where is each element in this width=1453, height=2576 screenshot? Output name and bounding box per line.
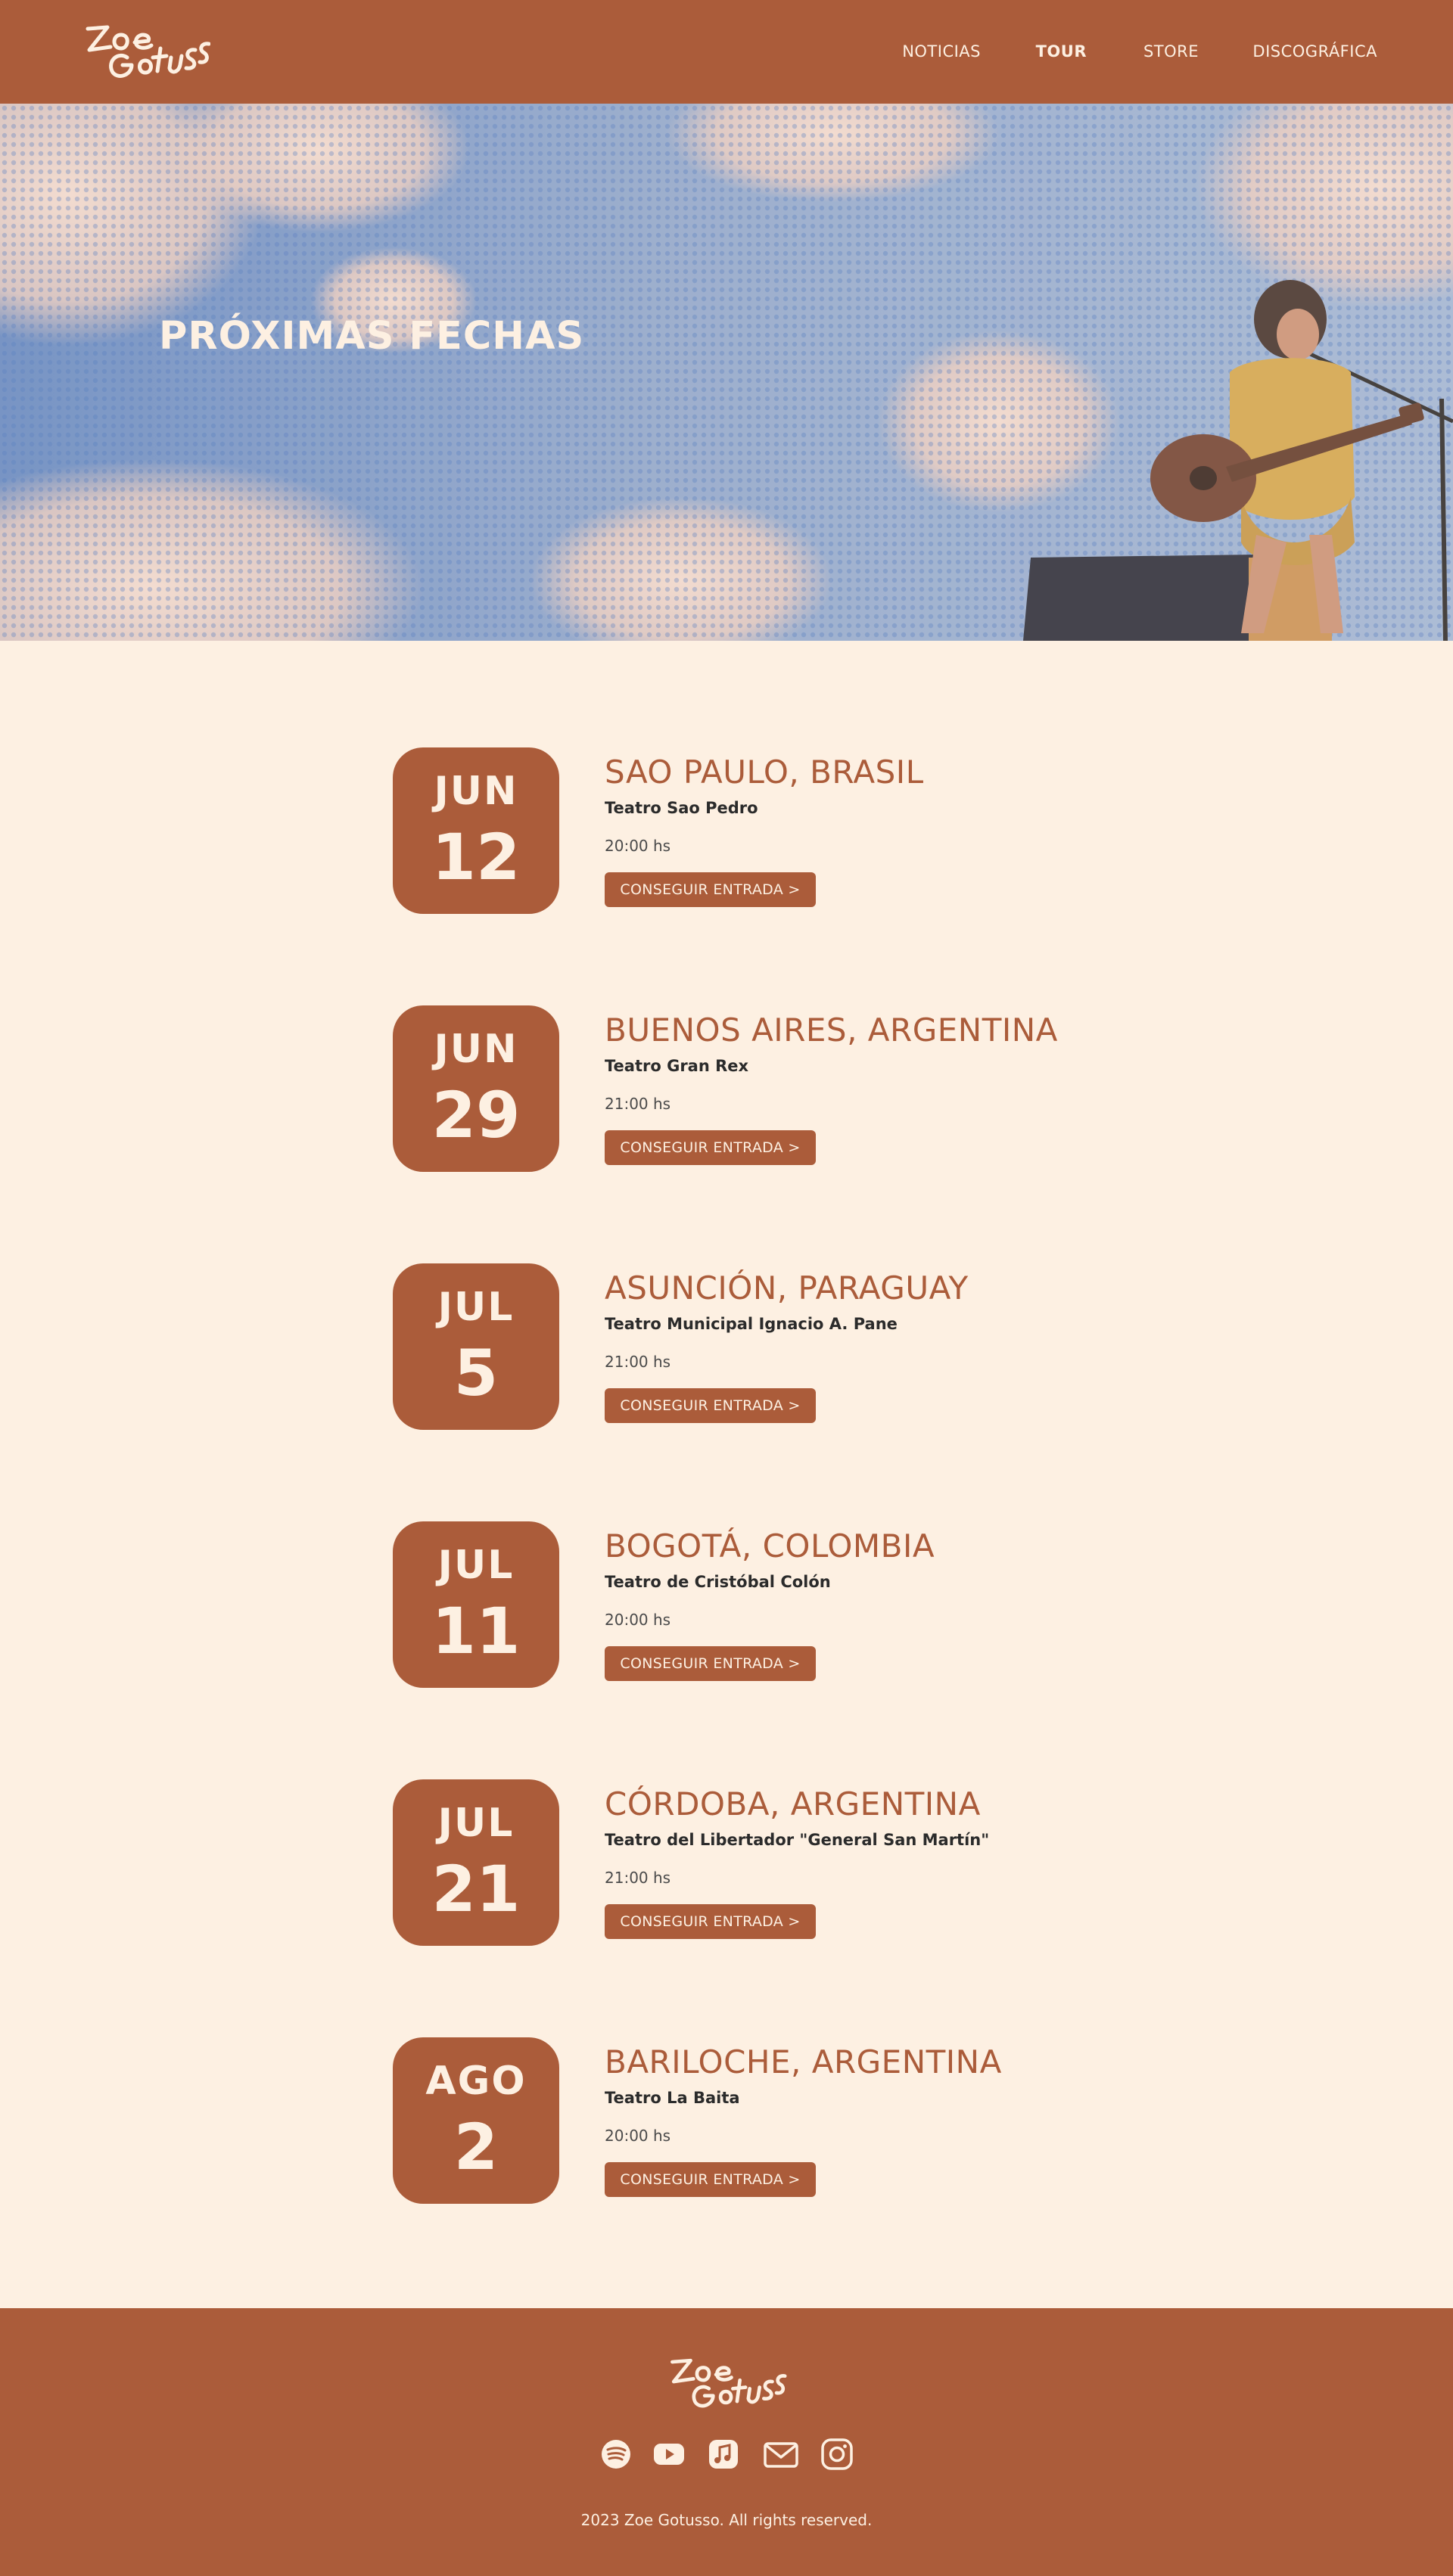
get-ticket-button[interactable]: CONSEGUIR ENTRADA > [605, 1904, 816, 1939]
date-badge: JUN 12 [393, 747, 559, 914]
event-city: BOGOTÁ, COLOMBIA [605, 1527, 935, 1565]
event-day: 21 [431, 1852, 521, 1926]
event-venue: Teatro Municipal Ignacio A. Pane [605, 1315, 898, 1333]
event-venue: Teatro de Cristóbal Colón [605, 1573, 831, 1591]
event-day: 29 [431, 1078, 521, 1152]
date-badge: AGO 2 [393, 2037, 559, 2204]
event-time: 20:00 hs [605, 1611, 671, 1629]
event-time: 21:00 hs [605, 1353, 671, 1371]
event-city: CÓRDOBA, ARGENTINA [605, 1785, 981, 1822]
event-city: ASUNCIÓN, PARAGUAY [605, 1269, 969, 1307]
apple-music-icon[interactable] [707, 2438, 740, 2471]
get-ticket-button[interactable]: CONSEGUIR ENTRADA > [605, 1388, 816, 1423]
instagram-icon[interactable] [820, 2438, 854, 2471]
hero-banner: PRÓXIMAS FECHAS [0, 104, 1453, 641]
date-badge: JUL 21 [393, 1779, 559, 1946]
event-venue: Teatro La Baita [605, 2089, 740, 2107]
event-venue: Teatro Gran Rex [605, 1057, 749, 1075]
site-header: NOTICIAS TOUR STORE DISCOGRÁFICA [0, 0, 1453, 104]
get-ticket-button[interactable]: CONSEGUIR ENTRADA > [605, 1130, 816, 1165]
hero-image [0, 104, 1453, 641]
copyright-text: 2023 Zoe Gotusso. All rights reserved. [580, 2511, 873, 2529]
spotify-icon[interactable] [599, 2438, 633, 2471]
event-time: 21:00 hs [605, 1095, 671, 1113]
nav-store[interactable]: STORE [1143, 42, 1199, 61]
event-month: JUN [434, 769, 518, 814]
get-ticket-button[interactable]: CONSEGUIR ENTRADA > [605, 2162, 816, 2197]
footer-logo[interactable] [666, 2352, 787, 2413]
event-month: JUL [437, 1801, 515, 1846]
event-time: 21:00 hs [605, 1869, 671, 1887]
date-badge: JUN 29 [393, 1005, 559, 1172]
nav-noticias[interactable]: NOTICIAS [902, 42, 981, 61]
event-venue: Teatro Sao Pedro [605, 799, 758, 817]
event-item: JUN 12 SAO PAULO, BRASIL Teatro Sao Pedr… [393, 747, 1074, 915]
event-city: SAO PAULO, BRASIL [605, 754, 924, 791]
event-day: 12 [431, 820, 521, 894]
event-item: AGO 2 BARILOCHE, ARGENTINA Teatro La Bai… [393, 2037, 1074, 2205]
event-item: JUN 29 BUENOS AIRES, ARGENTINA Teatro Gr… [393, 1005, 1074, 1173]
get-ticket-button[interactable]: CONSEGUIR ENTRADA > [605, 1646, 816, 1681]
event-month: AGO [425, 2059, 527, 2104]
event-item: JUL 5 ASUNCIÓN, PARAGUAY Teatro Municipa… [393, 1263, 1074, 1431]
event-time: 20:00 hs [605, 837, 671, 855]
event-time: 20:00 hs [605, 2127, 671, 2145]
get-ticket-button[interactable]: CONSEGUIR ENTRADA > [605, 872, 816, 907]
event-month: JUN [434, 1027, 518, 1072]
event-item: JUL 11 BOGOTÁ, COLOMBIA Teatro de Cristó… [393, 1521, 1074, 1689]
page-title: PRÓXIMAS FECHAS [159, 314, 585, 359]
date-badge: JUL 5 [393, 1263, 559, 1430]
logo[interactable] [82, 18, 210, 83]
event-item: JUL 21 CÓRDOBA, ARGENTINA Teatro del Lib… [393, 1779, 1074, 1947]
event-day: 2 [453, 2110, 499, 2184]
mail-icon[interactable] [763, 2438, 799, 2471]
event-venue: Teatro del Libertador "General San Martí… [605, 1831, 990, 1849]
site-footer: 2023 Zoe Gotusso. All rights reserved. [0, 2308, 1453, 2576]
nav-discografica[interactable]: DISCOGRÁFICA [1252, 42, 1377, 61]
event-city: BARILOCHE, ARGENTINA [605, 2043, 1002, 2080]
event-day: 11 [431, 1594, 521, 1668]
event-city: BUENOS AIRES, ARGENTINA [605, 1011, 1058, 1049]
event-month: JUL [437, 1285, 515, 1330]
event-day: 5 [453, 1336, 499, 1410]
event-month: JUL [437, 1543, 515, 1588]
date-badge: JUL 11 [393, 1521, 559, 1688]
youtube-icon[interactable] [652, 2438, 686, 2471]
nav-tour[interactable]: TOUR [1036, 42, 1087, 61]
